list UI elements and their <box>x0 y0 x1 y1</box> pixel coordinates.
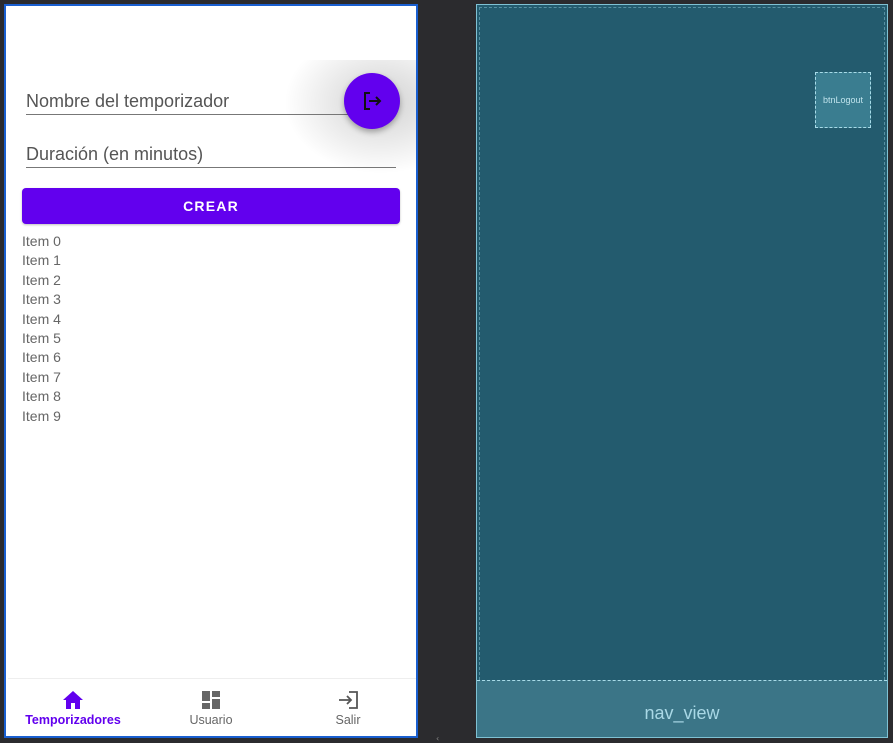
list-item[interactable]: Item 6 <box>22 348 61 367</box>
timer-name-field[interactable] <box>26 88 348 115</box>
phone-screen: CREAR Item 0 Item 1 Item 2 Item 3 Item 4… <box>8 6 416 736</box>
bottom-navigation: Temporizadores Usuario Salir <box>8 678 416 736</box>
blueprint-btn-logout[interactable]: btnLogout <box>815 72 871 128</box>
blueprint-preview: btnLogout nav_view <box>476 4 888 738</box>
resize-handle-icon: ‹ <box>436 734 440 743</box>
nav-item-temporizadores[interactable]: Temporizadores <box>18 679 128 736</box>
logout-icon <box>364 92 382 110</box>
nav-item-usuario[interactable]: Usuario <box>156 679 266 736</box>
list-item[interactable]: Item 4 <box>22 310 61 329</box>
home-icon <box>63 690 83 709</box>
create-button[interactable]: CREAR <box>22 188 400 224</box>
login-icon <box>339 690 358 709</box>
list-item[interactable]: Item 9 <box>22 407 61 426</box>
timer-name-input[interactable] <box>26 88 348 114</box>
dashboard-icon <box>202 690 220 709</box>
list-item[interactable]: Item 0 <box>22 232 61 251</box>
timer-list: Item 0 Item 1 Item 2 Item 3 Item 4 Item … <box>22 232 61 426</box>
nav-label-salir: Salir <box>335 712 361 727</box>
list-item[interactable]: Item 5 <box>22 329 61 348</box>
list-item[interactable]: Item 1 <box>22 251 61 270</box>
blueprint-nav-view[interactable]: nav_view <box>477 680 887 737</box>
logout-fab-button[interactable] <box>344 73 400 129</box>
duration-input[interactable] <box>26 141 396 167</box>
list-item[interactable]: Item 3 <box>22 290 61 309</box>
nav-item-salir[interactable]: Salir <box>293 679 403 736</box>
nav-label-temporizadores: Temporizadores <box>25 712 121 727</box>
list-item[interactable]: Item 8 <box>22 387 61 406</box>
list-item[interactable]: Item 2 <box>22 271 61 290</box>
nav-label-usuario: Usuario <box>189 712 233 727</box>
list-item[interactable]: Item 7 <box>22 368 61 387</box>
duration-field[interactable] <box>26 141 396 168</box>
